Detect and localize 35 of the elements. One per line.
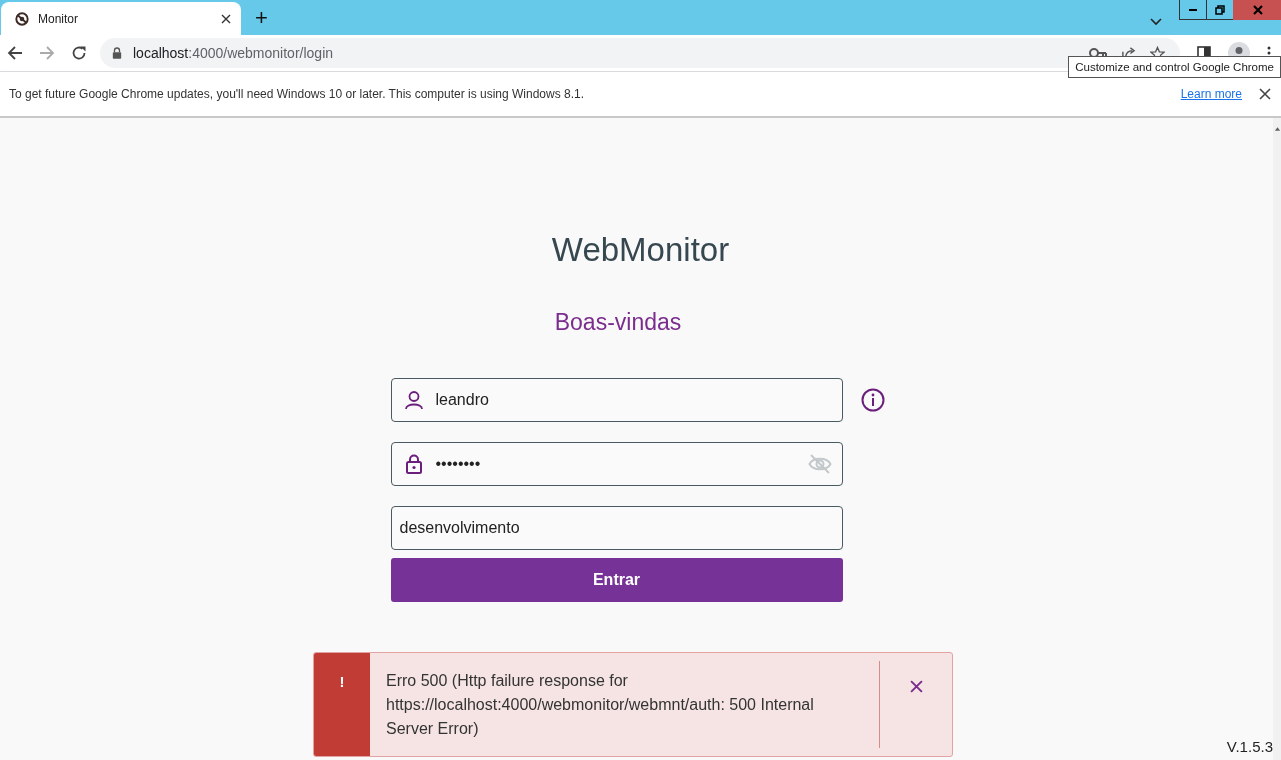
scrollbar[interactable]	[1273, 118, 1281, 760]
reload-icon[interactable]	[71, 45, 87, 61]
app-title: WebMonitor	[551, 230, 730, 270]
input-field[interactable]: desenvolvimento	[390, 506, 843, 550]
close-icon[interactable]	[1259, 88, 1271, 100]
info-icon[interactable]	[860, 388, 885, 412]
minimize-button[interactable]	[1179, 0, 1206, 20]
lock-icon	[112, 47, 122, 59]
browser-tab[interactable]: Monitor	[1, 2, 241, 35]
key-icon[interactable]	[1089, 47, 1107, 59]
error-message: Erro 500 (Http failure response for https://localhost:4000/webmonitor/webmnt/auth: 500 Internal Server Error)	[385, 671, 815, 739]
learn-more-link[interactable]: Learn more	[1180, 87, 1242, 101]
lock-icon	[403, 454, 424, 474]
back-icon[interactable]	[7, 45, 23, 61]
password-field[interactable]: ••••••••	[390, 442, 843, 486]
error-marker: !	[314, 653, 370, 756]
user-icon	[403, 390, 424, 410]
welcome-heading: Boas-vindas	[554, 308, 682, 337]
restore-icon	[1215, 4, 1225, 15]
version-label: V.1.5.3	[1226, 738, 1273, 755]
tab-title: Monitor	[38, 11, 79, 26]
login-button[interactable]: Entrar	[390, 558, 843, 602]
infobar-message: To get future Google Chrome updates, you'll need Windows 10 or later. This computer is using Windows 8.1.	[9, 87, 585, 101]
url-text: localhost:4000/webmonitor/login	[133, 45, 334, 61]
close-icon[interactable]	[221, 13, 231, 24]
favicon-icon	[15, 11, 29, 26]
minimize-icon	[1189, 8, 1197, 11]
tooltip: Customize and control Google Chrome	[1068, 56, 1281, 78]
close-icon	[1252, 4, 1263, 15]
close-icon[interactable]	[909, 680, 923, 693]
username-field[interactable]: leandro	[390, 378, 843, 422]
close-window-button[interactable]	[1233, 0, 1281, 20]
new-tab-button[interactable]: +	[247, 7, 276, 29]
scroll-up-icon[interactable]	[1273, 126, 1281, 132]
chevron-down-icon[interactable]	[1150, 18, 1162, 26]
